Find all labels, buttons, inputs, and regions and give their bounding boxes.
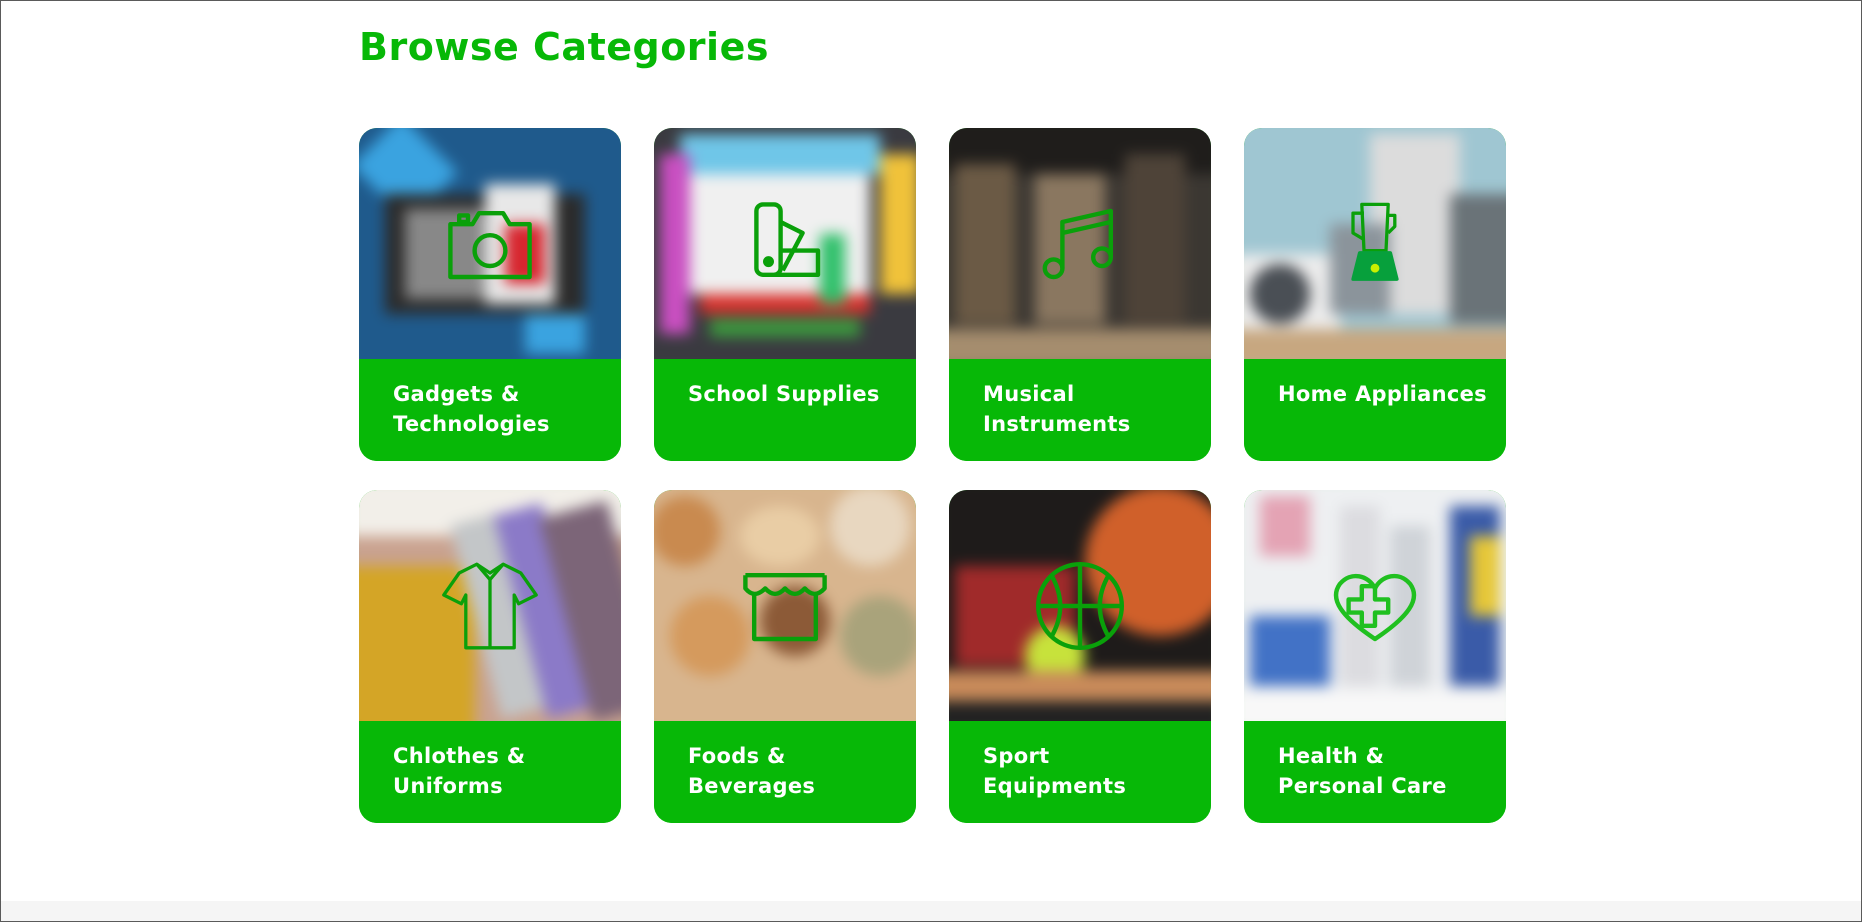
category-label-text: Gadgets & Technologies [393,382,550,436]
blender-icon [1244,128,1506,359]
music-note-icon [949,128,1211,359]
swatch-book-icon [654,128,916,359]
shirt-icon [359,490,621,721]
category-card-school-supplies[interactable]: School Supplies [654,128,916,461]
category-label-text: School Supplies [688,382,880,406]
category-card-home-appliances[interactable]: Home Appliances [1244,128,1506,461]
category-label: Home Appliances [1244,359,1506,461]
category-card-health-personal-care[interactable]: Health & Personal Care [1244,490,1506,823]
category-card-musical-instruments[interactable]: Musical Instruments [949,128,1211,461]
category-card-gadgets[interactable]: Gadgets & Technologies [359,128,621,461]
category-label-text: Sport Equipments [983,744,1127,798]
category-label: Musical Instruments [949,359,1211,461]
category-label-text: Health & Personal Care [1278,744,1447,798]
category-card-sport-equipments[interactable]: Sport Equipments [949,490,1211,823]
basketball-icon [949,490,1211,721]
category-label-text: Foods & Beverages [688,744,816,798]
category-label: Sport Equipments [949,721,1211,823]
category-label: School Supplies [654,359,916,461]
category-label: Chlothes & Uniforms [359,721,621,823]
page-bottom-strip [1,901,1861,921]
category-card-foods-beverages[interactable]: Foods & Beverages [654,490,916,823]
category-label: Health & Personal Care [1244,721,1506,823]
category-label: Gadgets & Technologies [359,359,621,461]
category-card-clothes-uniforms[interactable]: Chlothes & Uniforms [359,490,621,823]
category-label-text: Home Appliances [1278,382,1487,406]
categories-grid: Gadgets & Technologies School Supplies M… [359,128,1506,823]
category-label: Foods & Beverages [654,721,916,823]
page-title: Browse Categories [359,25,769,69]
health-heart-icon [1244,490,1506,721]
storefront-icon [654,490,916,721]
category-label-text: Musical Instruments [983,382,1131,436]
category-label-text: Chlothes & Uniforms [393,744,526,798]
camera-icon [359,128,621,359]
